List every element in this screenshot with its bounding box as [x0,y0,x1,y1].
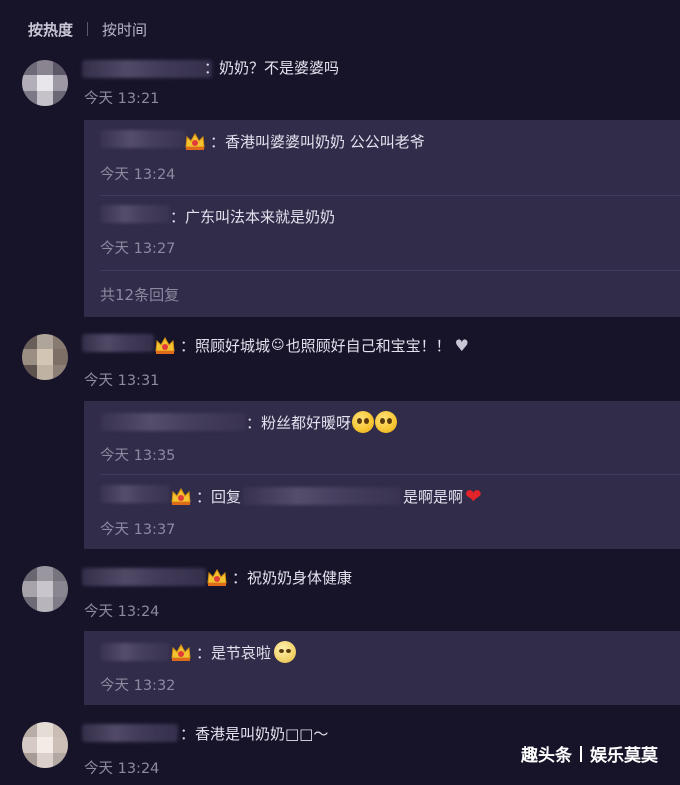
sort-by-hot-tab[interactable]: 按热度 [28,19,73,40]
comment-time: 今天 13:24 [84,761,160,777]
reply-text: ：广东叫法本来就是奶奶 [170,207,336,226]
comment-text-line: ：祝奶奶身体健康 [206,566,352,588]
comment-text: ：祝奶奶身体健康 [232,568,353,587]
reply-username-blurred[interactable] [100,643,170,661]
reply-time: 今天 13:32 [100,678,176,694]
flushed-face-emoji [274,641,297,663]
sort-divider [87,22,89,36]
white-heart-emoji: ♥ [454,335,469,355]
comment-time: 今天 13:31 [84,373,160,389]
reply-thread-2: ：粉丝都好暖呀 今天 13:35 ：回复 是啊是啊 ❤ 今天 13:37 [84,401,680,549]
sort-bar: 按热度 按时间 [28,18,147,40]
reply-divider [100,270,680,271]
reply-time: 今天 13:37 [100,522,176,538]
reply-text: ：香港叫婆婆叫奶奶 公公叫老爷 [210,132,425,151]
reply-thread-1: ：香港叫婆婆叫奶奶 公公叫老爷 今天 13:24 ：广东叫法本来就是奶奶 今天 … [84,120,680,317]
comment-text-line: ：香港是叫奶奶□□～ [180,722,328,744]
reply-text-cont: 是啊是啊 [403,487,464,506]
comment-text-cont: 也照顾好自己和宝宝！！ [285,336,451,355]
reply-username-blurred[interactable] [100,130,186,148]
view-more-replies-link[interactable]: 共12条回复 [100,284,179,305]
crown-badge-icon [170,486,192,506]
watermark-author: 娱乐莫莫 [590,746,658,766]
comment-text: ：奶奶？不是婆婆吗 [204,58,340,77]
sort-by-time-tab[interactable]: 按时间 [102,19,147,40]
username-blurred[interactable] [82,724,178,742]
avatar[interactable] [22,60,68,106]
smile-emoji: ☺ [271,337,285,353]
crown-badge-icon [206,567,228,587]
reply-time: 今天 13:24 [100,167,176,183]
reply-text: ：粉丝都好暖呀 [246,413,352,432]
comment-text: ：照顾好城城 [180,336,271,355]
reply-username-blurred[interactable] [100,485,170,503]
comment-2: ：照顾好城城 ☺ 也照顾好自己和宝宝！！ ♥ 今天 13:31 [22,334,680,394]
watermark: 趣头条 娱乐莫莫 [521,741,658,766]
crown-badge-icon [184,131,206,151]
avatar[interactable] [22,334,68,380]
pleading-face-emoji [352,411,375,433]
avatar[interactable] [22,722,68,768]
crown-badge-icon [154,335,176,355]
mentioned-username-blurred[interactable] [243,487,402,505]
comment-time: 今天 13:24 [84,604,160,620]
reply-text-line: ：广东叫法本来就是奶奶 [170,205,335,227]
username-blurred[interactable] [82,568,206,586]
avatar[interactable] [22,566,68,612]
reply-username-blurred[interactable] [100,205,170,223]
comment-time: 今天 13:21 [84,91,160,107]
reply-text-line: ：回复 是啊是啊 ❤ [170,484,482,508]
reply-divider [100,195,680,196]
pleading-face-emoji [375,411,398,433]
reply-text: ：是节哀啦 [196,643,272,662]
reply-text: ：回复 [196,487,242,506]
red-heart-emoji: ❤ [465,484,482,508]
reply-text-line: ：粉丝都好暖呀 [246,411,398,433]
watermark-divider [580,745,582,762]
comment-text: ：香港是叫奶奶□□～ [180,724,329,743]
reply-divider [100,474,680,475]
crown-badge-icon [170,642,192,662]
comment-text-line: ：照顾好城城 ☺ 也照顾好自己和宝宝！！ ♥ [154,334,469,356]
reply-thread-3: ：是节哀啦 今天 13:32 [84,631,680,705]
watermark-source: 趣头条 [521,746,572,766]
reply-text-line: ：是节哀啦 [170,641,297,663]
reply-time: 今天 13:35 [100,448,176,464]
reply-text-line: ：香港叫婆婆叫奶奶 公公叫老爷 [184,130,425,152]
reply-username-blurred[interactable] [100,413,246,431]
username-blurred[interactable] [82,334,154,352]
username-blurred[interactable] [82,60,212,78]
comment-3: ：祝奶奶身体健康 今天 13:24 [22,566,680,621]
comment-text-line: ：奶奶？不是婆婆吗 [204,56,339,78]
reply-time: 今天 13:27 [100,241,176,257]
